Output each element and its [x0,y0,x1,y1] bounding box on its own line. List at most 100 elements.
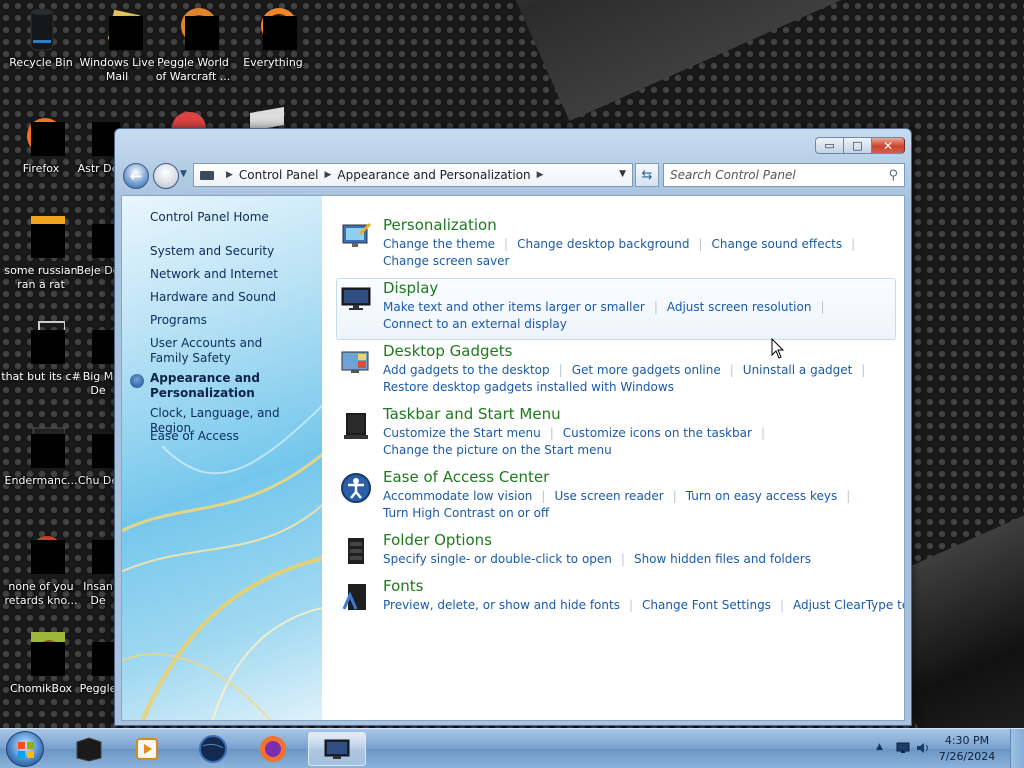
chomikbox-icon [17,632,65,680]
customize-taskbar-icons-link[interactable]: Customize icons on the taskbar [563,426,752,440]
restore-gadgets-link[interactable]: Restore desktop gadgets installed with W… [383,380,674,394]
section-title[interactable]: Fonts [383,577,423,595]
nav-ease-of-access[interactable]: Ease of Access [150,429,315,444]
control-panel-window[interactable]: ▭ □ ✕ ← ▼ ▶ Control Panel ▶ Appearance a… [114,128,912,726]
breadcrumb-appearance[interactable]: Appearance and Personalization [337,168,530,182]
forward-button[interactable] [153,163,179,189]
link-separator: | [760,426,766,440]
change-theme-link[interactable]: Change the theme [383,237,495,251]
show-hidden-icons-button[interactable]: ▲ [876,742,883,752]
breadcrumb-control-panel[interactable]: Control Panel [239,168,319,182]
search-input[interactable]: Search Control Panel ⚲ [663,163,905,187]
section-folder-options: Folder Options Specify single- or double… [336,531,896,571]
volume-icon[interactable] [916,742,930,754]
high-contrast-link[interactable]: Turn High Contrast on or off [383,506,549,520]
section-links: Preview, delete, or show and hide fonts |… [383,597,904,614]
section-personalization: Personalization Change the theme | Change … [336,216,896,272]
single-double-click-link[interactable]: Specify single- or double-click to open [383,552,612,566]
link-separator: | [672,489,677,503]
everything-icon [249,6,297,54]
chevron-right-icon[interactable]: ▶ [537,170,544,180]
link-separator: | [698,237,703,251]
fonts-icon [342,584,366,610]
app-icon [17,424,66,472]
taskbar-control-panel-button[interactable] [308,732,366,766]
start-button[interactable] [6,731,44,767]
font-settings-link[interactable]: Change Font Settings [642,598,771,612]
address-dropdown-icon[interactable]: ▼ [619,169,626,179]
desktop-icon-firefox[interactable]: Firefox [0,112,82,176]
maximize-button[interactable]: □ [843,137,871,154]
link-separator: | [541,489,546,503]
external-display-link[interactable]: Connect to an external display [383,317,567,331]
refresh-button[interactable]: ⇆ [635,163,659,187]
navigation-bar: ← ▼ ▶ Control Panel ▶ Appearance and Per… [123,161,905,189]
system-tray: ▲ 4:30 PM 7/26/2024 [864,729,1024,768]
desktop-icon-recycle-bin[interactable]: Recycle Bin [0,6,82,70]
desktop-icon-label: Firefox [22,162,60,175]
cleartype-link[interactable]: Adjust ClearType text [793,598,904,612]
taskbar-wmp-button[interactable] [118,732,176,766]
taskbar-firefox-button[interactable] [244,732,302,766]
uninstall-gadget-link[interactable]: Uninstall a gadget [743,363,853,377]
back-button[interactable]: ← [123,163,149,189]
show-desktop-button[interactable] [1010,729,1024,768]
get-more-gadgets-link[interactable]: Get more gadgets online [572,363,721,377]
section-title[interactable]: Taskbar and Start Menu [383,405,561,423]
hidden-files-link[interactable]: Show hidden files and folders [634,552,811,566]
desktop-icon-chomikbox[interactable]: ChomikBox [0,632,82,696]
desktop-icon-everything[interactable]: Everything [232,6,314,70]
section-title[interactable]: Display [383,279,438,297]
section-title[interactable]: Ease of Access Center [383,468,549,486]
taskbar-globe-button[interactable] [184,732,242,766]
section-fonts: Fonts Preview, delete, or show and hide … [336,577,904,617]
nav-hardware-sound[interactable]: Hardware and Sound [150,290,315,305]
chevron-right-icon[interactable]: ▶ [226,170,233,180]
section-title[interactable]: Folder Options [383,531,492,549]
address-bar[interactable]: ▶ Control Panel ▶ Appearance and Persona… [193,163,633,187]
chevron-right-icon[interactable]: ▶ [325,170,332,180]
desktop-icon-windows-live-mail[interactable]: Windows Live Mail [76,6,158,84]
app-icon [17,320,66,368]
minimize-button[interactable]: ▭ [815,137,843,154]
nav-system-security[interactable]: System and Security [150,244,315,259]
section-links: Accommodate low vision | Use screen reader… [383,488,893,522]
desktop-icon-peggle-wow[interactable]: Peggle World of Warcraft ... [152,6,234,84]
nav-user-accounts[interactable]: User Accounts and Family Safety [150,336,300,366]
section-title[interactable]: Personalization [383,216,497,234]
change-sound-effects-link[interactable]: Change sound effects [712,237,843,251]
recent-pages-dropdown[interactable]: ▼ [180,169,187,179]
globe-icon [199,735,227,763]
desktop-icon-none-of-you[interactable]: none of you retards kno... [0,530,82,608]
mouse-cursor-icon [771,338,785,359]
add-gadgets-link[interactable]: Add gadgets to the desktop [383,363,550,377]
section-title[interactable]: Desktop Gadgets [383,342,512,360]
taskbar-clock[interactable]: 4:30 PM 7/26/2024 [932,733,1002,765]
low-vision-link[interactable]: Accommodate low vision [383,489,532,503]
desktop-icon-endermanch[interactable]: Endermanc... [0,424,82,488]
close-button[interactable]: ✕ [871,137,905,154]
ease-of-access-icon [341,473,371,503]
start-picture-link[interactable]: Change the picture on the Start menu [383,443,612,457]
network-icon[interactable] [896,742,910,754]
text-size-link[interactable]: Make text and other items larger or smal… [383,300,645,314]
access-keys-link[interactable]: Turn on easy access keys [686,489,837,503]
customize-start-link[interactable]: Customize the Start menu [383,426,541,440]
desktop-icon-label: that but its c# [1,370,81,383]
adjust-resolution-link[interactable]: Adjust screen resolution [667,300,812,314]
section-taskbar-start: Taskbar and Start Menu Customize the Sta… [336,405,896,461]
screen-reader-link[interactable]: Use screen reader [554,489,663,503]
taskbar-media-player-button[interactable] [60,732,118,766]
preview-fonts-link[interactable]: Preview, delete, or show and hide fonts [383,598,620,612]
section-ease-of-access: Ease of Access Center Accommodate low vi… [336,468,896,524]
desktop-icon-csharp[interactable]: that but its c# [0,320,82,384]
nav-appearance-current: Appearance and Personalization [150,371,260,400]
nav-network-internet[interactable]: Network and Internet [150,267,315,282]
change-screen-saver-link[interactable]: Change screen saver [383,254,510,268]
search-icon[interactable]: ⚲ [888,168,898,183]
desktop-icon-label: none of you retards kno... [4,580,78,607]
control-panel-home-link[interactable]: Control Panel Home [150,210,315,225]
desktop-icon-russian-rat[interactable]: some russian ran a rat [0,214,82,292]
change-desktop-background-link[interactable]: Change desktop background [517,237,689,251]
nav-programs[interactable]: Programs [150,313,315,328]
